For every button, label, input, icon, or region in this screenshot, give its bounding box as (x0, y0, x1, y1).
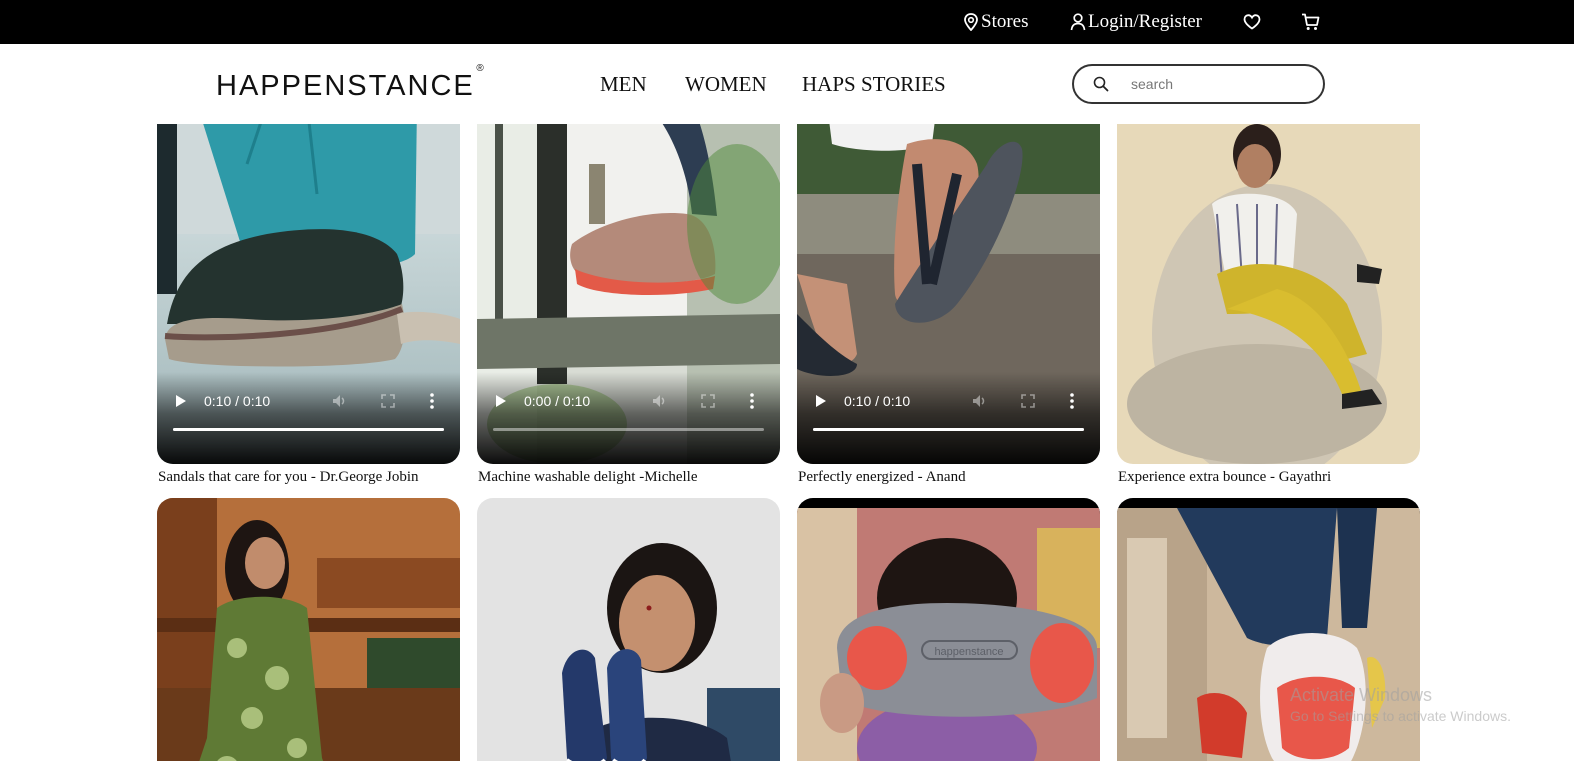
story-video[interactable]: 0:10 / 0:10 (157, 124, 460, 464)
story-caption: Machine washable delight -Michelle (478, 469, 698, 485)
volume-icon[interactable] (332, 394, 348, 408)
nav-men[interactable]: MEN (600, 70, 647, 98)
more-options-icon[interactable] (1070, 393, 1074, 409)
cart-icon (1302, 13, 1320, 30)
photo-green-dress (157, 498, 460, 761)
main-header: HAPPENSTANCE ® MEN WOMEN HAPS STORIES (0, 44, 1574, 124)
video-controls: 0:10 / 0:10 (797, 372, 1100, 464)
stores-label: Stores (981, 11, 1029, 32)
video-time: 0:10 / 0:10 (204, 393, 271, 409)
search-icon[interactable] (1093, 76, 1109, 92)
video-controls: 0:10 / 0:10 (157, 372, 460, 464)
fullscreen-icon[interactable] (701, 394, 715, 408)
registered-mark: ® (476, 63, 484, 74)
fullscreen-icon[interactable] (1021, 394, 1035, 408)
search-input[interactable] (1131, 73, 1311, 95)
photo-holding-shoes (477, 498, 780, 761)
heart-icon (1243, 14, 1261, 30)
sole-brand-emboss: happenstance (934, 646, 1003, 658)
story-image[interactable] (477, 498, 780, 761)
login-register-link[interactable]: Login/Register (1070, 0, 1202, 44)
volume-icon[interactable] (972, 394, 988, 408)
play-icon[interactable] (175, 394, 187, 408)
video-progress-bar[interactable] (173, 428, 444, 431)
video-time: 0:10 / 0:10 (844, 393, 911, 409)
more-options-icon[interactable] (750, 393, 754, 409)
play-icon[interactable] (815, 394, 827, 408)
fullscreen-icon[interactable] (381, 394, 395, 408)
nav-women[interactable]: WOMEN (685, 70, 767, 98)
logo-text: HAPPENSTANCE (216, 70, 475, 102)
search-box (1072, 64, 1325, 104)
volume-icon[interactable] (652, 394, 668, 408)
top-bar: Stores Login/Register (0, 0, 1574, 44)
story-caption: Perfectly energized - Anand (798, 469, 966, 485)
video-progress-bar[interactable] (813, 428, 1084, 431)
story-caption: Sandals that care for you - Dr.George Jo… (158, 469, 419, 485)
cart-button[interactable] (1301, 0, 1320, 44)
story-video[interactable]: 0:00 / 0:10 (477, 124, 780, 464)
story-video[interactable] (1117, 498, 1420, 761)
video-progress-bar[interactable] (493, 428, 764, 431)
story-video[interactable]: 0:10 / 0:10 (797, 124, 1100, 464)
stores-link[interactable]: Stores (963, 0, 1029, 44)
play-icon[interactable] (495, 394, 507, 408)
nav-haps-stories[interactable]: HAPS STORIES (802, 70, 946, 98)
user-icon (1070, 13, 1086, 31)
story-image[interactable] (1117, 124, 1420, 464)
brand-logo[interactable]: HAPPENSTANCE ® (216, 64, 484, 104)
wishlist-button[interactable] (1243, 0, 1261, 44)
story-video[interactable]: happenstance (797, 498, 1100, 761)
video-controls: 0:00 / 0:10 (477, 372, 780, 464)
location-pin-icon (964, 13, 978, 31)
stories-grid: 0:10 / 0:10 Sandals that care for you - … (0, 124, 1574, 761)
story-image[interactable] (157, 498, 460, 761)
video-frame-sole: happenstance (797, 498, 1100, 761)
more-options-icon[interactable] (430, 393, 434, 409)
video-time: 0:00 / 0:10 (524, 393, 591, 409)
video-frame-walking (1117, 498, 1420, 761)
story-caption: Experience extra bounce - Gayathri (1118, 469, 1332, 485)
photo-beanbag (1117, 124, 1420, 464)
login-register-label: Login/Register (1088, 11, 1202, 32)
